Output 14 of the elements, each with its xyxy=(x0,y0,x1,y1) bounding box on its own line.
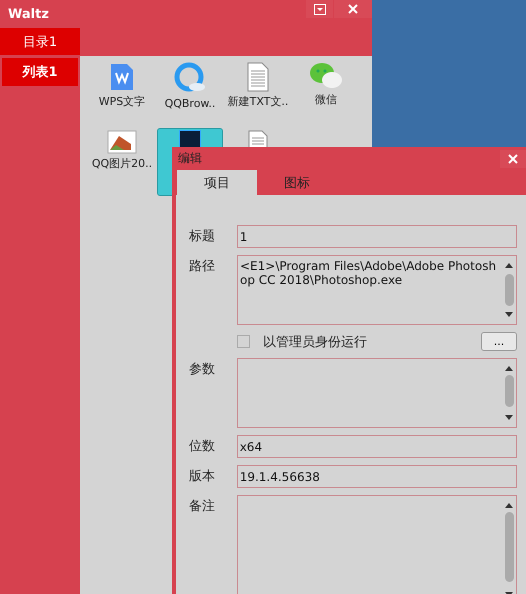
shortcut-label: 微信 xyxy=(314,93,338,106)
field-label: 路径 xyxy=(189,258,216,275)
field-label: 版本 xyxy=(189,468,216,485)
shortcut-label: 新建TXT文.. xyxy=(226,95,290,108)
dialog-title: 编辑 xyxy=(177,150,202,167)
field-label: 标题 xyxy=(189,228,216,245)
checkbox-label: 以管理员身份运行 xyxy=(263,334,368,350)
window-title: Waltz xyxy=(7,6,49,22)
field-label: 备注 xyxy=(189,498,216,515)
field-label: 位数 xyxy=(189,438,216,455)
shortcut-label: WPS文字 xyxy=(98,95,146,108)
shortcut-label: QQ图片20.. xyxy=(90,157,154,170)
shortcut-label: QQBrow.. xyxy=(164,97,216,110)
field-label: 参数 xyxy=(189,361,216,378)
